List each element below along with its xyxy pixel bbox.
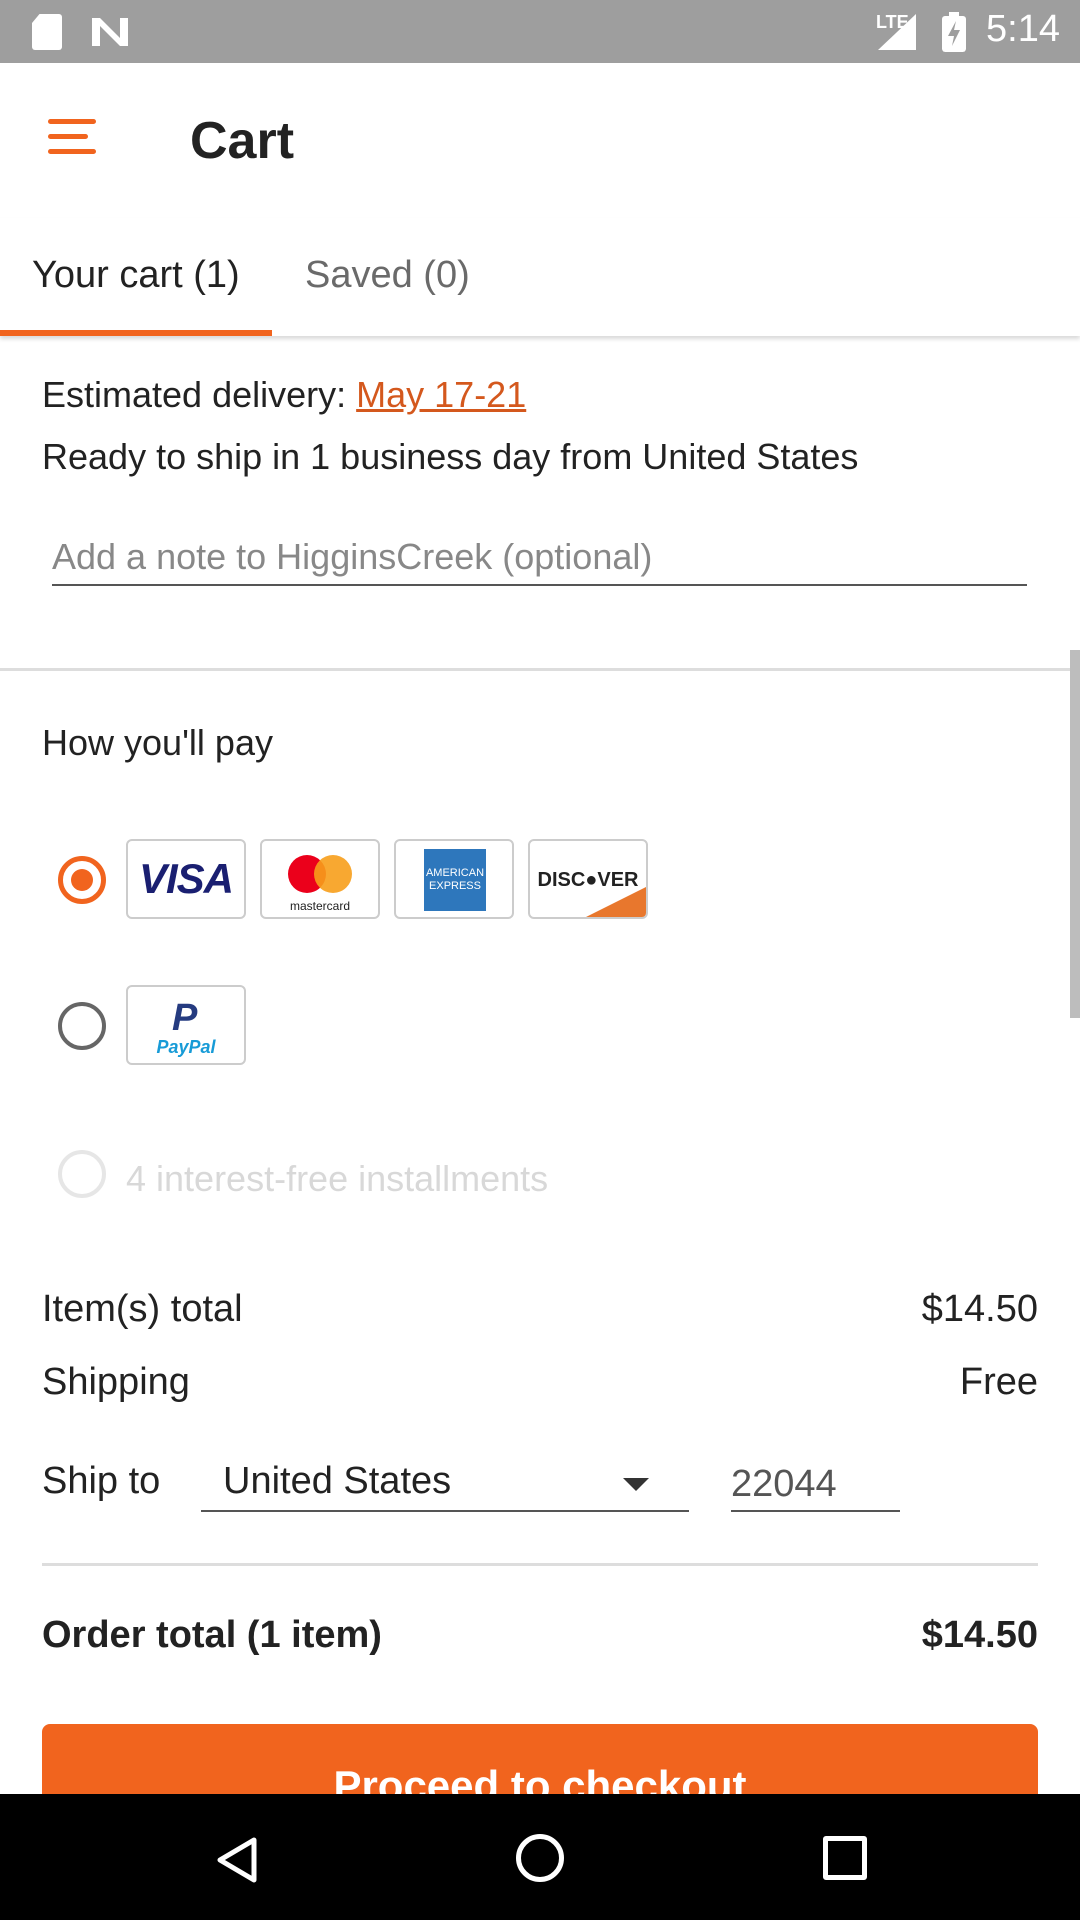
page-title: Cart bbox=[190, 112, 295, 170]
visa-logo-text: VISA bbox=[138, 855, 234, 902]
order-divider bbox=[42, 1563, 1038, 1566]
paypal-p-mark: P bbox=[172, 997, 198, 1039]
discover-logo-text: DISC●VER bbox=[537, 869, 639, 891]
mastercard-logo: mastercard bbox=[260, 839, 380, 919]
shipping-label: Shipping bbox=[42, 1361, 190, 1403]
order-total-label: Order total (1 item) bbox=[42, 1614, 382, 1656]
zip-code-input[interactable] bbox=[731, 1458, 900, 1512]
estimated-delivery-dates-link[interactable]: May 17-21 bbox=[356, 374, 526, 415]
section-divider bbox=[0, 668, 1080, 671]
ship-to-label: Ship to bbox=[42, 1460, 161, 1502]
status-bar: LTE 5:14 bbox=[0, 0, 1080, 63]
home-icon[interactable] bbox=[516, 1834, 564, 1882]
amex-logo-box: AMERICAN EXPRESS bbox=[424, 849, 486, 911]
battery-charging-icon bbox=[942, 12, 966, 52]
installments-payment-radio bbox=[58, 1150, 106, 1198]
app-bar: Cart bbox=[0, 63, 1080, 218]
amex-line1: AMERICAN bbox=[425, 867, 485, 879]
clock: 5:14 bbox=[986, 8, 1060, 50]
system-nav-bar bbox=[0, 1794, 1080, 1920]
mastercard-yellow-circle bbox=[314, 855, 352, 893]
mastercard-logo-text: mastercard bbox=[289, 899, 351, 913]
scrollbar[interactable] bbox=[1070, 650, 1080, 1018]
items-total-value: $14.50 bbox=[921, 1288, 1038, 1330]
order-total-value: $14.50 bbox=[921, 1614, 1038, 1656]
estimated-delivery: Estimated delivery: May 17-21 bbox=[42, 374, 526, 416]
shipping-value: Free bbox=[959, 1361, 1038, 1403]
items-total-label: Item(s) total bbox=[42, 1288, 243, 1330]
paypal-logo-text: PayPal bbox=[156, 1037, 216, 1057]
paypal-payment-radio[interactable] bbox=[58, 1002, 106, 1050]
amex-line2: EXPRESS bbox=[429, 880, 481, 892]
discover-card-logo: DISC●VER bbox=[528, 839, 648, 919]
paypal-logo: P PayPal bbox=[126, 985, 246, 1065]
installments-label: 4 interest-free installments bbox=[126, 1158, 549, 1199]
payment-heading: How you'll pay bbox=[42, 722, 273, 763]
ship-info-text: Ready to ship in 1 business day from Uni… bbox=[42, 436, 859, 477]
seller-note-input[interactable] bbox=[52, 530, 1027, 586]
n-notification-icon bbox=[92, 18, 128, 46]
sd-card-icon bbox=[32, 14, 62, 50]
amex-card-logo: AMERICAN EXPRESS bbox=[394, 839, 514, 919]
country-select-value: United States bbox=[223, 1460, 452, 1502]
recent-apps-icon[interactable] bbox=[823, 1836, 867, 1880]
chevron-down-icon bbox=[623, 1478, 649, 1491]
estimated-delivery-label: Estimated delivery: bbox=[42, 374, 347, 415]
signal-icon bbox=[878, 14, 916, 50]
visa-card-logo: VISA bbox=[126, 839, 246, 919]
tab-your-cart[interactable]: Your cart (1) bbox=[32, 254, 240, 297]
card-payment-radio[interactable] bbox=[58, 856, 106, 904]
hamburger-menu-icon[interactable] bbox=[48, 117, 98, 157]
tab-bar: Your cart (1) Saved (0) bbox=[0, 218, 1080, 336]
active-tab-indicator bbox=[0, 330, 272, 336]
country-select[interactable]: United States bbox=[201, 1458, 689, 1512]
tab-saved[interactable]: Saved (0) bbox=[305, 254, 470, 297]
back-icon[interactable] bbox=[216, 1836, 258, 1884]
